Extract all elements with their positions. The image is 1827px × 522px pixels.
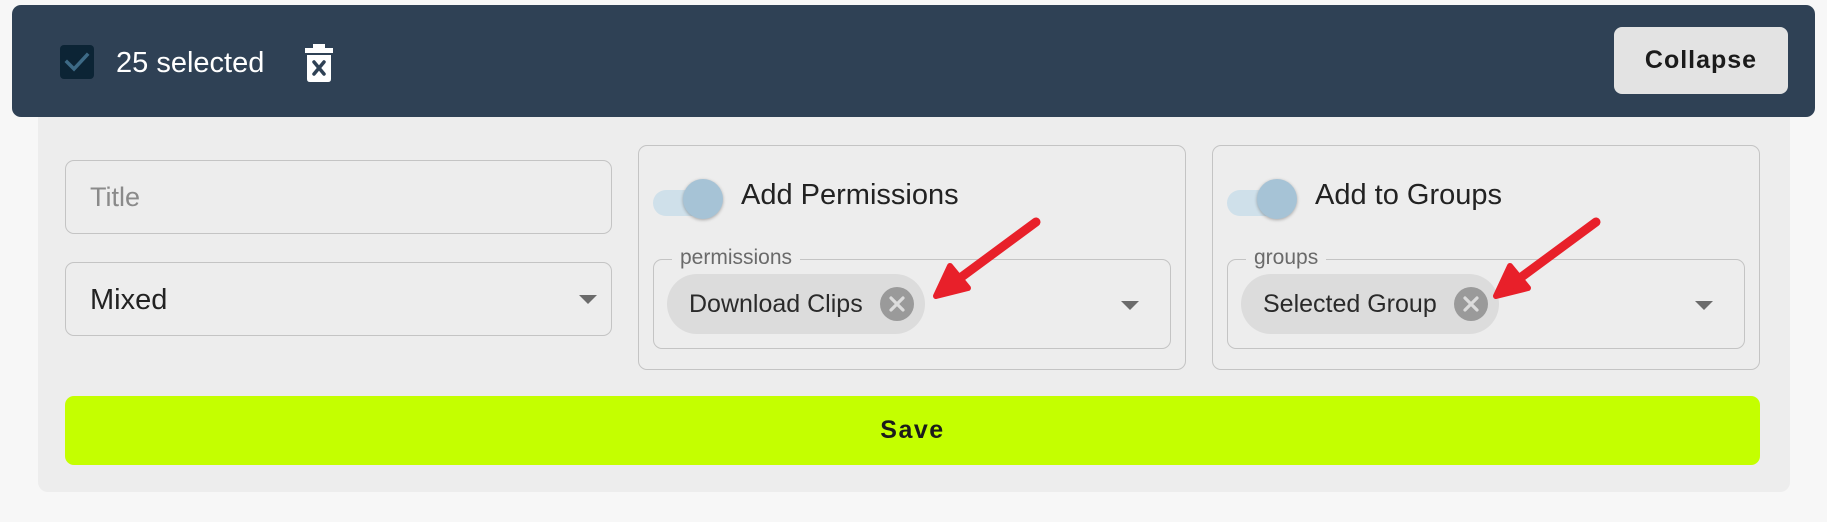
group-chip-label: Selected Group [1263,290,1437,318]
select-all-checkbox[interactable] [60,45,94,79]
groups-select[interactable]: groups Selected Group [1227,247,1745,349]
bulk-action-bar: 25 selected Collapse [12,5,1815,117]
status-select-value: Mixed [90,284,168,316]
add-permissions-label: Add Permissions [741,179,959,211]
selected-count: 25 selected [116,47,265,79]
toggle-thumb [683,179,723,219]
chevron-down-icon [1121,301,1139,310]
permission-chip: Download Clips [667,274,925,334]
permissions-select[interactable]: permissions Download Clips [653,247,1171,349]
annotation-arrow-icon [933,217,1041,299]
permissions-field-label: permissions [672,247,801,269]
save-button[interactable]: Save [65,396,1760,465]
remove-chip-button[interactable] [879,287,914,321]
toggle-thumb [1257,179,1297,219]
add-to-groups-card: Add to Groups groups Selected Group [1212,145,1760,370]
checkmark-icon [64,52,90,72]
group-chip: Selected Group [1241,274,1499,334]
annotation-arrow-icon [1493,217,1601,299]
title-input[interactable] [65,160,612,234]
chevron-down-icon [579,295,597,304]
close-icon [1463,296,1479,312]
chevron-down-icon [1695,301,1713,310]
add-permissions-toggle[interactable] [653,176,723,226]
add-permissions-card: Add Permissions permissions Download Cli… [638,145,1186,370]
close-icon [889,296,905,312]
groups-field-label: groups [1246,247,1327,269]
permission-chip-label: Download Clips [689,290,863,318]
delete-selected-button[interactable] [302,43,338,85]
trash-icon [305,44,333,82]
add-to-groups-toggle[interactable] [1227,176,1297,226]
add-to-groups-label: Add to Groups [1315,179,1502,211]
remove-chip-button[interactable] [1453,287,1488,321]
collapse-button[interactable]: Collapse [1614,27,1788,94]
status-select[interactable]: Mixed [65,262,612,336]
